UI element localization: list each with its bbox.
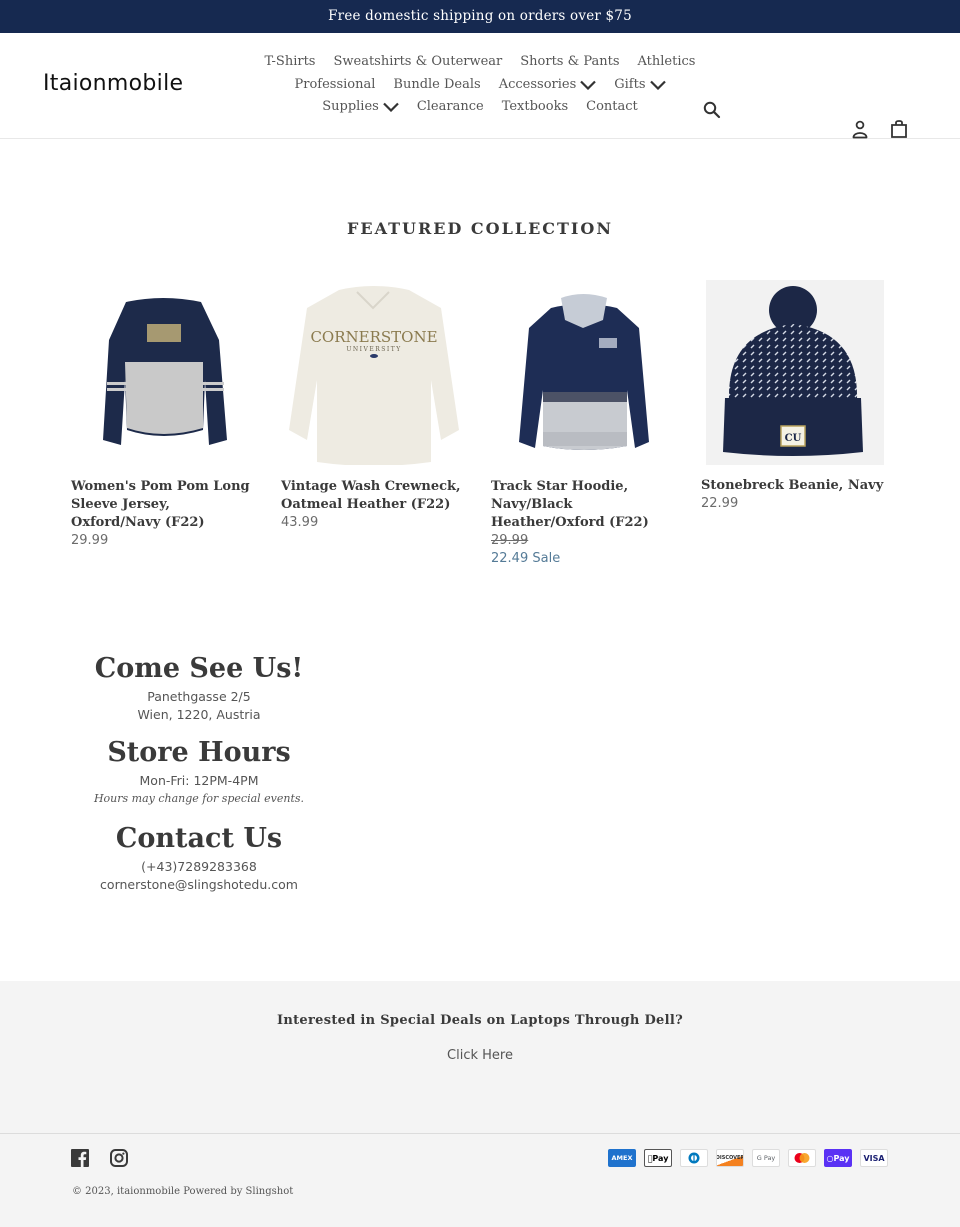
store-hours: Mon-Fri: 12PM-4PM xyxy=(139,773,259,788)
address-line-1: Panethgasse 2/5 xyxy=(147,689,251,704)
product-name: Women's Pom Pom Long Sleeve Jersey, Oxfo… xyxy=(71,479,250,530)
product-price: 29.99 xyxy=(71,533,109,548)
social-links xyxy=(71,1149,128,1171)
search-icon xyxy=(703,101,721,119)
nav-label: Accessories xyxy=(498,76,577,92)
footer-divider xyxy=(0,1133,960,1134)
product-image xyxy=(71,280,256,465)
shopping-bag-icon xyxy=(891,120,907,138)
nav-item-shorts-pants[interactable]: Shorts & Pants xyxy=(520,51,619,74)
nav-item-professional[interactable]: Professional xyxy=(294,74,375,97)
nav-item-athletics[interactable]: Athletics xyxy=(638,51,696,74)
product-card[interactable]: Track Star Hoodie, Navy/Black Heather/Ox… xyxy=(491,280,676,568)
store-info: Come See Us! Panethgasse 2/5 Wien, 1220,… xyxy=(80,650,318,894)
instagram-link[interactable] xyxy=(110,1149,128,1171)
user-icon xyxy=(852,120,868,139)
apple-pay-icon: Pay xyxy=(644,1149,672,1167)
nav-label: Sweatshirts & Outerwear xyxy=(333,54,503,69)
nav-item-textbooks[interactable]: Textbooks xyxy=(502,96,568,119)
nav-label: Professional xyxy=(294,76,376,92)
nav-label: Clearance xyxy=(416,99,484,114)
footer: Interested in Special Deals on Laptops T… xyxy=(0,981,960,1227)
shop-pay-icon: ○ Pay xyxy=(824,1149,852,1167)
cart-button[interactable] xyxy=(890,119,908,143)
nav-label: Textbooks xyxy=(501,99,569,114)
product-card[interactable]: CORNERSTONE UNIVERSITY Vintage Wash Crew… xyxy=(281,280,466,568)
payment-icons: AMEX Pay DISCOVER G Pay ○Pay VISA xyxy=(608,1149,888,1167)
sale-price-value: 22.49 xyxy=(491,551,529,566)
product-image: CORNERSTONE UNIVERSITY xyxy=(281,280,466,465)
nav-label: Bundle Deals xyxy=(393,76,481,92)
contact-heading: Contact Us xyxy=(115,823,283,854)
nav-row: T-Shirts Sweatshirts & Outerwear Shorts … xyxy=(255,51,705,74)
product-price: 43.99 xyxy=(281,515,319,530)
nav-item-t-shirts[interactable]: T-Shirts xyxy=(265,51,316,74)
product-name: Stonebreck Beanie, Navy xyxy=(701,478,884,493)
nav-row: Supplies Clearance Textbooks Contact xyxy=(255,96,705,119)
nav-item-bundle-deals[interactable]: Bundle Deals xyxy=(393,74,480,97)
product-name: Vintage Wash Crewneck, Oatmeal Heather (… xyxy=(281,479,461,512)
visit-heading: Come See Us! xyxy=(94,653,304,684)
site-header: Itaionmobile T-Shirts Sweatshirts & Oute… xyxy=(0,33,960,139)
copyright: © 2023, itaionmobile Powered by Slingsho… xyxy=(72,1186,294,1197)
product-price: 22.99 xyxy=(701,496,739,511)
nav-label: Gifts xyxy=(614,76,646,92)
product-image: CU xyxy=(701,280,886,465)
diners-club-icon xyxy=(680,1149,708,1167)
product-image xyxy=(491,280,676,465)
google-pay-icon: G Pay xyxy=(752,1149,780,1167)
product-original-price: 29.99 xyxy=(491,533,529,548)
featured-collection-title: FEATURED COLLECTION xyxy=(347,219,613,238)
nav-label: Supplies xyxy=(322,99,379,114)
beanie-patch-text: CU xyxy=(785,433,802,444)
nav-item-supplies[interactable]: Supplies xyxy=(322,96,399,119)
product-graphic-text: CORNERSTONE xyxy=(310,328,437,346)
nav-label: Athletics xyxy=(637,54,696,69)
discover-icon: DISCOVER xyxy=(716,1149,744,1167)
account-button[interactable] xyxy=(851,120,869,144)
nav-item-clearance[interactable]: Clearance xyxy=(417,96,484,119)
product-grid: Women's Pom Pom Long Sleeve Jersey, Oxfo… xyxy=(71,280,891,568)
mastercard-icon xyxy=(788,1149,816,1167)
chevron-down-icon xyxy=(383,102,399,113)
product-card[interactable]: CU Stonebreck Beanie, Navy 22.99 xyxy=(701,280,886,568)
sale-label: Sale xyxy=(532,551,561,566)
amex-icon: AMEX xyxy=(608,1149,636,1167)
nav-label: Contact xyxy=(586,99,638,114)
nav-row: Professional Bundle Deals Accessories Gi… xyxy=(255,74,705,97)
product-card[interactable]: Women's Pom Pom Long Sleeve Jersey, Oxfo… xyxy=(71,280,256,568)
nav-item-gifts[interactable]: Gifts xyxy=(614,74,666,97)
contact-phone[interactable]: (+43)7289283368 xyxy=(80,858,318,876)
nav-label: Shorts & Pants xyxy=(520,54,620,69)
visa-icon: VISA xyxy=(860,1149,888,1167)
facebook-link[interactable] xyxy=(71,1149,89,1171)
hours-note: Hours may change for special events. xyxy=(93,792,305,805)
promo-link[interactable]: Click Here xyxy=(0,1048,960,1063)
product-sale-price: 22.49 Sale xyxy=(491,550,676,568)
announcement-bar: Free domestic shipping on orders over $7… xyxy=(0,0,960,33)
product-name: Track Star Hoodie, Navy/Black Heather/Ox… xyxy=(491,479,649,530)
promo-title: Interested in Special Deals on Laptops T… xyxy=(276,1013,683,1028)
search-button[interactable] xyxy=(703,101,721,123)
nav-label: T-Shirts xyxy=(264,54,316,69)
product-graphic-subtext: UNIVERSITY xyxy=(346,346,401,353)
logo[interactable]: Itaionmobile xyxy=(43,71,183,96)
hours-heading: Store Hours xyxy=(107,737,291,768)
chevron-down-icon xyxy=(649,80,666,90)
facebook-icon xyxy=(71,1149,89,1167)
nav-item-contact[interactable]: Contact xyxy=(586,96,638,119)
instagram-icon xyxy=(110,1149,128,1167)
chevron-down-icon xyxy=(580,80,597,90)
nav-item-accessories[interactable]: Accessories xyxy=(499,74,597,97)
contact-email[interactable]: cornerstone@slingshotedu.com xyxy=(80,876,318,894)
address-line-2: Wien, 1220, Austria xyxy=(137,707,261,722)
main-nav: T-Shirts Sweatshirts & Outerwear Shorts … xyxy=(255,51,705,119)
nav-item-sweatshirts-outerwear[interactable]: Sweatshirts & Outerwear xyxy=(333,51,502,74)
